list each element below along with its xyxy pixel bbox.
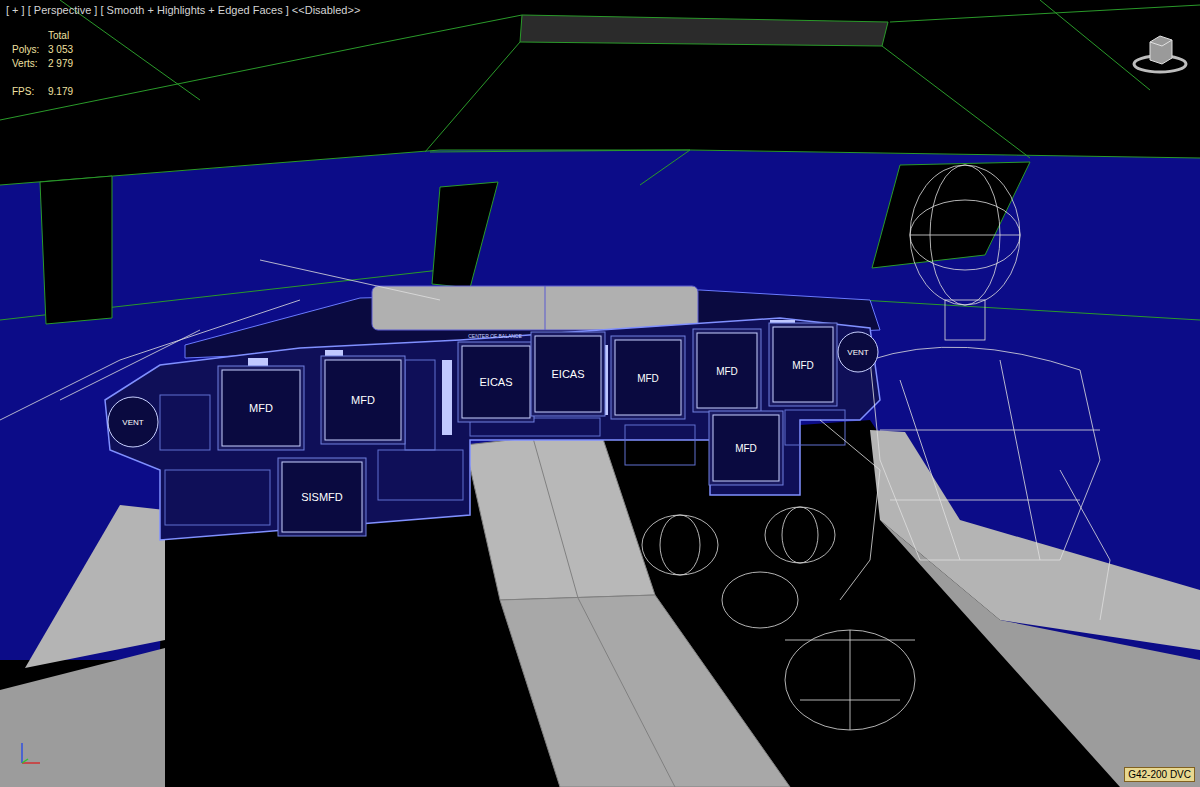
viewcube-icon[interactable] <box>1130 28 1190 78</box>
display-label: EICAS <box>551 368 584 380</box>
vent: VENT <box>108 397 158 447</box>
display-screen: MFD <box>321 356 405 444</box>
display-screen: SISMFD <box>278 458 366 536</box>
stats-row: FPS:9.179 <box>12 85 73 99</box>
display-screen: MFD <box>218 366 304 450</box>
stats-value: 9.179 <box>48 85 73 99</box>
viewport-label[interactable]: [ + ] [ Perspective ] [ Smooth + Highlig… <box>6 3 360 17</box>
panel-caption: CENTER OF BALANCE <box>468 333 522 339</box>
display-screen: EICAS <box>458 342 534 422</box>
display-screen: MFD <box>709 411 783 485</box>
display-screen: MFD <box>693 329 761 412</box>
scene[interactable]: MFD MFD SISMFD EICAS EICAS MFD MFD MFD MFD VENT VE… <box>0 0 1200 787</box>
stats-value: 3 053 <box>48 43 73 57</box>
display-label: MFD <box>735 443 757 454</box>
display-label: SISMFD <box>301 491 343 503</box>
display-label: EICAS <box>479 376 512 388</box>
display-screen: EICAS <box>531 332 605 416</box>
display-screen: MFD <box>769 323 837 406</box>
display-label: MFD <box>351 394 375 406</box>
stats-label: FPS: <box>12 85 48 99</box>
stats-overlay: Total Polys:3 053Verts:2 979FPS:9.179 <box>12 29 73 99</box>
stats-row: Polys:3 053 <box>12 43 73 57</box>
display-label: MFD <box>792 360 814 371</box>
vent-label: VENT <box>122 418 143 427</box>
stats-header: Total <box>12 29 73 43</box>
vent: VENT <box>838 332 878 372</box>
stats-value: 2 979 <box>48 57 73 71</box>
stats-label: Polys: <box>12 43 48 57</box>
vent-label: VENT <box>847 348 868 357</box>
axis-icon <box>14 739 54 769</box>
stats-row: Verts:2 979 <box>12 57 73 71</box>
display-screen: MFD <box>611 336 685 419</box>
viewport[interactable]: MFD MFD SISMFD EICAS EICAS MFD MFD MFD MFD VENT VE… <box>0 0 1200 787</box>
display-label: MFD <box>716 366 738 377</box>
display-label: MFD <box>637 373 659 384</box>
display-label: MFD <box>249 402 273 414</box>
stats-rows: Polys:3 053Verts:2 979FPS:9.179 <box>12 43 73 99</box>
viewport-badge: G42-200 DVC <box>1124 767 1195 782</box>
stats-label: Verts: <box>12 57 48 71</box>
pilot-wireframe <box>0 165 1110 730</box>
